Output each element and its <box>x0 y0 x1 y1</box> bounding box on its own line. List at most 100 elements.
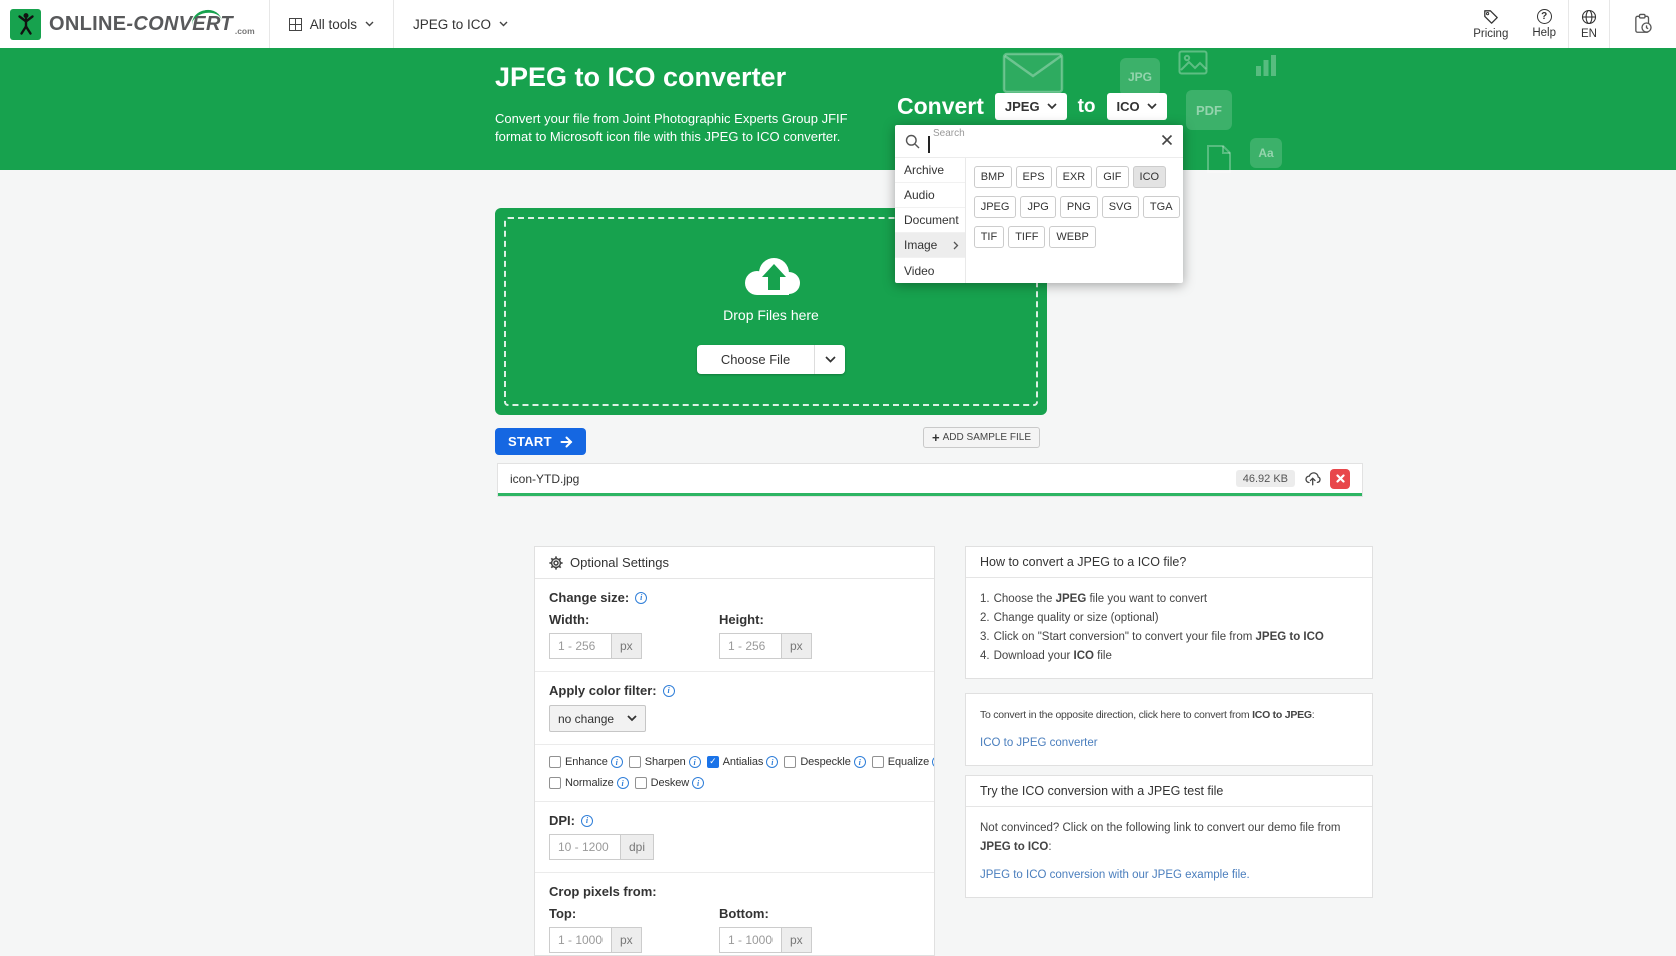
chevron-down-icon <box>499 21 508 27</box>
crop-section: Crop pixels from: Top: px Bottom: px <box>535 873 934 956</box>
arrow-right-icon <box>560 436 573 448</box>
opposite-direction-body: To convert in the opposite direction, cl… <box>966 694 1372 765</box>
start-conversion-button[interactable]: START <box>495 428 586 455</box>
target-format-select[interactable]: ICO <box>1107 93 1167 120</box>
deskew-checkbox[interactable]: Deskew <box>635 777 705 789</box>
help-link[interactable]: Help <box>1520 0 1568 48</box>
converter-menu-label: JPEG to ICO <box>413 17 491 32</box>
howto-step-4: 4.Download your ICO file <box>980 647 1358 666</box>
plus-icon <box>932 431 940 444</box>
help-label: Help <box>1532 27 1556 39</box>
start-label: START <box>508 434 552 449</box>
format-option-webp[interactable]: WEBP <box>1049 226 1095 248</box>
width-input[interactable] <box>549 633 612 659</box>
format-grid: BMP EPS EXR GIF ICO JPEG JPG PNG SVG TGA… <box>966 158 1188 283</box>
converter-menu[interactable]: JPEG to ICO <box>393 0 527 48</box>
choose-file-dropdown-toggle[interactable] <box>815 345 845 374</box>
format-option-eps[interactable]: EPS <box>1016 166 1052 188</box>
width-label: Width: <box>549 612 679 627</box>
format-option-jpg[interactable]: JPG <box>1020 196 1055 218</box>
ico-to-jpeg-link[interactable]: ICO to JPEG converter <box>980 734 1098 753</box>
color-filter-select[interactable]: no change <box>549 705 646 732</box>
close-dropdown-button[interactable] <box>1160 133 1174 147</box>
dpi-input[interactable] <box>549 834 621 860</box>
color-filter-label: Apply color filter: <box>549 683 920 698</box>
width-input-group: px <box>549 633 679 659</box>
file-name: icon-YTD.jpg <box>510 472 579 486</box>
filters-section: Enhance Sharpen Antialias Despeckle Equa… <box>535 745 934 802</box>
example-file-link[interactable]: JPEG to ICO conversion with our JPEG exa… <box>980 866 1250 885</box>
info-icon[interactable] <box>689 756 701 768</box>
info-icon[interactable] <box>854 756 866 768</box>
category-archive[interactable]: Archive <box>895 158 965 183</box>
info-icon[interactable] <box>932 756 935 768</box>
all-tools-menu[interactable]: All tools <box>269 0 393 48</box>
decor-pdf-icon: PDF <box>1186 90 1232 130</box>
sharpen-checkbox[interactable]: Sharpen <box>629 756 701 768</box>
filter-checkbox-row-2: Normalize Deskew <box>549 777 920 789</box>
page-title: JPEG to ICO converter <box>495 62 786 93</box>
format-dropdown-body: Archive Audio Document Image Video BMP E… <box>895 158 1183 283</box>
format-option-jpeg[interactable]: JPEG <box>974 196 1017 218</box>
remove-file-button[interactable] <box>1330 469 1350 489</box>
info-icon[interactable] <box>635 592 647 604</box>
info-icon[interactable] <box>617 777 629 789</box>
dpi-label: DPI: <box>549 813 920 828</box>
enhance-checkbox[interactable]: Enhance <box>549 756 623 768</box>
howto-header: How to convert a JPEG to a ICO file? <box>966 547 1372 578</box>
chevron-down-icon <box>627 715 637 722</box>
brand-wordmark: ONLINE-CONVERT.com <box>49 13 255 36</box>
logo-figure-icon <box>10 9 41 40</box>
upload-status-icon <box>1304 471 1321 486</box>
equalize-checkbox[interactable]: Equalize <box>872 756 935 768</box>
height-label: Height: <box>719 612 849 627</box>
height-input[interactable] <box>719 633 782 659</box>
category-image[interactable]: Image <box>895 233 965 258</box>
format-option-tif[interactable]: TIF <box>974 226 1005 248</box>
crop-top-input[interactable] <box>549 927 612 953</box>
source-format-value: JPEG <box>1005 99 1040 114</box>
height-input-group: px <box>719 633 849 659</box>
crop-bottom-input[interactable] <box>719 927 782 953</box>
category-video[interactable]: Video <box>895 258 965 283</box>
format-option-png[interactable]: PNG <box>1060 196 1098 218</box>
filter-checkbox-row-1: Enhance Sharpen Antialias Despeckle Equa… <box>549 756 920 768</box>
price-tag-icon <box>1483 9 1499 25</box>
info-icon[interactable] <box>581 815 593 827</box>
format-option-bmp[interactable]: BMP <box>974 166 1012 188</box>
info-icon[interactable] <box>766 756 778 768</box>
source-format-select[interactable]: JPEG <box>995 93 1067 120</box>
decor-envelope-icon <box>1002 52 1064 94</box>
decor-aa-icon: Aa <box>1250 138 1282 168</box>
antialias-checkbox[interactable]: Antialias <box>707 756 779 768</box>
category-audio[interactable]: Audio <box>895 183 965 208</box>
format-option-tiff[interactable]: TIFF <box>1008 226 1045 248</box>
howto-panel: How to convert a JPEG to a ICO file? 1.C… <box>965 546 1373 679</box>
format-search-row[interactable]: Search <box>895 125 1183 158</box>
add-sample-file-button[interactable]: ADD SAMPLE FILE <box>923 427 1040 448</box>
language-selector[interactable]: EN <box>1569 0 1609 48</box>
info-icon[interactable] <box>692 777 704 789</box>
info-icon[interactable] <box>663 685 675 697</box>
category-document[interactable]: Document <box>895 208 965 233</box>
optional-settings-panel: Optional Settings Change size: Width: px… <box>534 546 935 956</box>
format-option-tga[interactable]: TGA <box>1143 196 1180 218</box>
choose-file-button[interactable]: Choose File <box>697 345 815 374</box>
format-option-ico[interactable]: ICO <box>1133 166 1167 188</box>
brand-online: ONLINE <box>49 13 126 36</box>
howto-step-3: 3.Click on "Start conversion" to convert… <box>980 628 1358 647</box>
dpi-unit: dpi <box>621 834 654 860</box>
choose-file-group: Choose File <box>697 345 845 374</box>
question-circle-icon <box>1537 9 1552 24</box>
despeckle-checkbox[interactable]: Despeckle <box>784 756 865 768</box>
pricing-link[interactable]: Pricing <box>1461 0 1520 48</box>
conversion-history-button[interactable] <box>1610 0 1676 48</box>
info-icon[interactable] <box>611 756 623 768</box>
format-option-gif[interactable]: GIF <box>1096 166 1128 188</box>
normalize-checkbox[interactable]: Normalize <box>549 777 629 789</box>
format-option-exr[interactable]: EXR <box>1056 166 1093 188</box>
format-option-svg[interactable]: SVG <box>1102 196 1139 218</box>
brand-logo[interactable]: ONLINE-CONVERT.com <box>0 0 269 48</box>
crop-bottom-input-group: px <box>719 927 849 953</box>
clipboard-clock-icon <box>1632 13 1654 35</box>
